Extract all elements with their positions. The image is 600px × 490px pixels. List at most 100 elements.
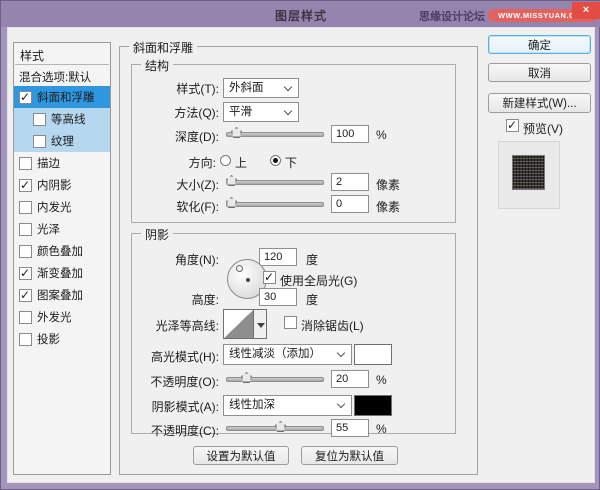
size-label: 大小(Z):	[176, 178, 219, 192]
angle-center-dot-icon	[246, 278, 250, 282]
sidebar-item-color-overlay[interactable]: 颜色叠加	[14, 240, 110, 262]
direction-down-label: 下	[285, 156, 298, 170]
checkbox-outer-glow[interactable]	[19, 310, 32, 324]
preview-checkbox[interactable]	[506, 118, 519, 132]
depth-label: 深度(D):	[175, 130, 219, 144]
style-label: 样式(T):	[176, 82, 219, 96]
style-preview-thumbnail	[513, 156, 544, 189]
highlight-mode-value: 线性减淡（添加）	[229, 348, 321, 360]
gloss-contour-label: 光泽等高线:	[155, 319, 219, 333]
direction-up-label: 上	[235, 156, 248, 170]
highlight-mode-select[interactable]: 线性减淡（添加）	[223, 344, 352, 365]
sidebar-item-label: 纹理	[51, 136, 74, 148]
shadow-color-swatch[interactable]	[354, 395, 392, 416]
highlight-color-swatch[interactable]	[354, 344, 392, 365]
shadow-opacity-label: 不透明度(C):	[151, 424, 219, 438]
checkbox-gradient-overlay[interactable]	[19, 266, 32, 280]
titlebar[interactable]: 图层样式 思缘设计论坛 www.missyuan.com ×	[1, 1, 600, 27]
gloss-contour-dropdown-icon[interactable]	[253, 309, 267, 339]
checkbox-inner-glow[interactable]	[19, 200, 32, 214]
use-global-light-checkbox[interactable]	[263, 270, 276, 284]
highlight-opacity-input[interactable]: 20	[331, 370, 369, 388]
soften-slider-track[interactable]	[226, 202, 324, 207]
checkbox-color-overlay[interactable]	[19, 244, 32, 258]
checkbox-contour[interactable]	[33, 112, 46, 126]
gloss-contour-thumbnail[interactable]	[223, 309, 254, 339]
sidebar-item-stroke[interactable]: 描边	[14, 152, 110, 174]
sidebar-item-blending-options[interactable]: 混合选项:默认	[19, 69, 91, 85]
sidebar-item-label: 光泽	[37, 224, 60, 236]
sidebar-item-label: 外发光	[37, 312, 72, 324]
sidebar-item-inner-glow[interactable]: 内发光	[14, 196, 110, 218]
watermark-text: 思缘设计论坛	[419, 11, 485, 23]
sidebar-item-texture[interactable]: 纹理	[14, 130, 110, 152]
highlight-mode-label: 高光模式(H):	[151, 350, 219, 364]
close-icon[interactable]: ×	[572, 2, 600, 19]
direction-up-radio[interactable]	[220, 155, 231, 166]
bevel-style-select[interactable]: 外斜面	[223, 78, 299, 98]
sidebar-item-outer-glow[interactable]: 外发光	[14, 306, 110, 328]
anti-alias-label: 消除锯齿(L)	[301, 319, 364, 333]
sidebar-item-label: 等高线	[51, 114, 86, 126]
sidebar-item-gradient-overlay[interactable]: 渐变叠加	[14, 262, 110, 284]
use-global-light-label: 使用全局光(G)	[280, 274, 358, 288]
depth-unit: %	[376, 128, 387, 142]
checkbox-bevel-emboss[interactable]	[19, 90, 32, 104]
checkbox-drop-shadow[interactable]	[19, 332, 32, 346]
checkbox-satin[interactable]	[19, 222, 32, 236]
soften-unit: 像素	[376, 200, 401, 214]
checkbox-pattern-overlay[interactable]	[19, 288, 32, 302]
reset-default-button[interactable]: 复位为默认值	[301, 446, 398, 465]
preview-label: 预览(V)	[523, 122, 563, 136]
sidebar-item-inner-shadow[interactable]: 内阴影	[14, 174, 110, 196]
effects-list: 斜面和浮雕 等高线 纹理 描边 内阴影	[14, 86, 110, 350]
direction-down-radio[interactable]	[270, 155, 281, 166]
angle-label: 角度(N):	[175, 253, 219, 267]
depth-input[interactable]: 100	[331, 125, 369, 143]
shadow-mode-value: 线性加深	[229, 399, 275, 411]
checkbox-texture[interactable]	[33, 134, 46, 148]
sidebar-item-label: 投影	[37, 334, 60, 346]
styles-sidebar: 样式 混合选项:默认 斜面和浮雕 等高线 纹理 描边	[13, 42, 111, 475]
checkbox-inner-shadow[interactable]	[19, 178, 32, 192]
make-default-button[interactable]: 设置为默认值	[193, 446, 289, 465]
sidebar-item-contour[interactable]: 等高线	[14, 108, 110, 130]
ok-button[interactable]: 确定	[488, 35, 591, 54]
bevel-style-value: 外斜面	[229, 82, 264, 94]
angle-unit: 度	[306, 253, 319, 267]
sidebar-item-drop-shadow[interactable]: 投影	[14, 328, 110, 350]
sidebar-item-label: 颜色叠加	[37, 246, 83, 258]
style-preview-box	[498, 141, 560, 209]
cancel-button[interactable]: 取消	[488, 63, 591, 82]
direction-label: 方向:	[188, 156, 216, 170]
chevron-down-icon	[336, 399, 346, 409]
soften-label: 软化(F):	[176, 200, 219, 214]
sidebar-item-satin[interactable]: 光泽	[14, 218, 110, 240]
chevron-down-icon	[283, 106, 293, 116]
shadow-opacity-slider-track[interactable]	[226, 426, 324, 431]
technique-select[interactable]: 平滑	[223, 102, 299, 122]
checkbox-stroke[interactable]	[19, 156, 32, 170]
size-slider-track[interactable]	[226, 180, 324, 185]
sidebar-item-pattern-overlay[interactable]: 图案叠加	[14, 284, 110, 306]
sidebar-item-label: 图案叠加	[37, 290, 83, 302]
size-unit: 像素	[376, 178, 401, 192]
highlight-opacity-unit: %	[376, 373, 387, 387]
highlight-opacity-slider-track[interactable]	[226, 377, 324, 382]
shading-legend: 阴影	[141, 226, 174, 243]
size-input[interactable]: 2	[331, 173, 369, 191]
shadow-opacity-input[interactable]: 55	[331, 419, 369, 437]
angle-input[interactable]: 120	[259, 248, 297, 266]
soften-input[interactable]: 0	[331, 195, 369, 213]
shadow-mode-select[interactable]: 线性加深	[223, 395, 352, 416]
altitude-unit: 度	[306, 293, 319, 307]
altitude-input[interactable]: 30	[259, 288, 297, 306]
technique-label: 方法(Q):	[174, 106, 219, 120]
sidebar-item-styles[interactable]: 样式	[20, 47, 44, 64]
sidebar-item-label: 内阴影	[37, 180, 72, 192]
new-style-button[interactable]: 新建样式(W)...	[488, 93, 591, 113]
sidebar-item-bevel-emboss[interactable]: 斜面和浮雕	[14, 86, 110, 108]
sidebar-item-label: 斜面和浮雕	[37, 92, 95, 104]
anti-alias-checkbox[interactable]	[284, 316, 297, 329]
altitude-label: 高度:	[191, 293, 219, 307]
